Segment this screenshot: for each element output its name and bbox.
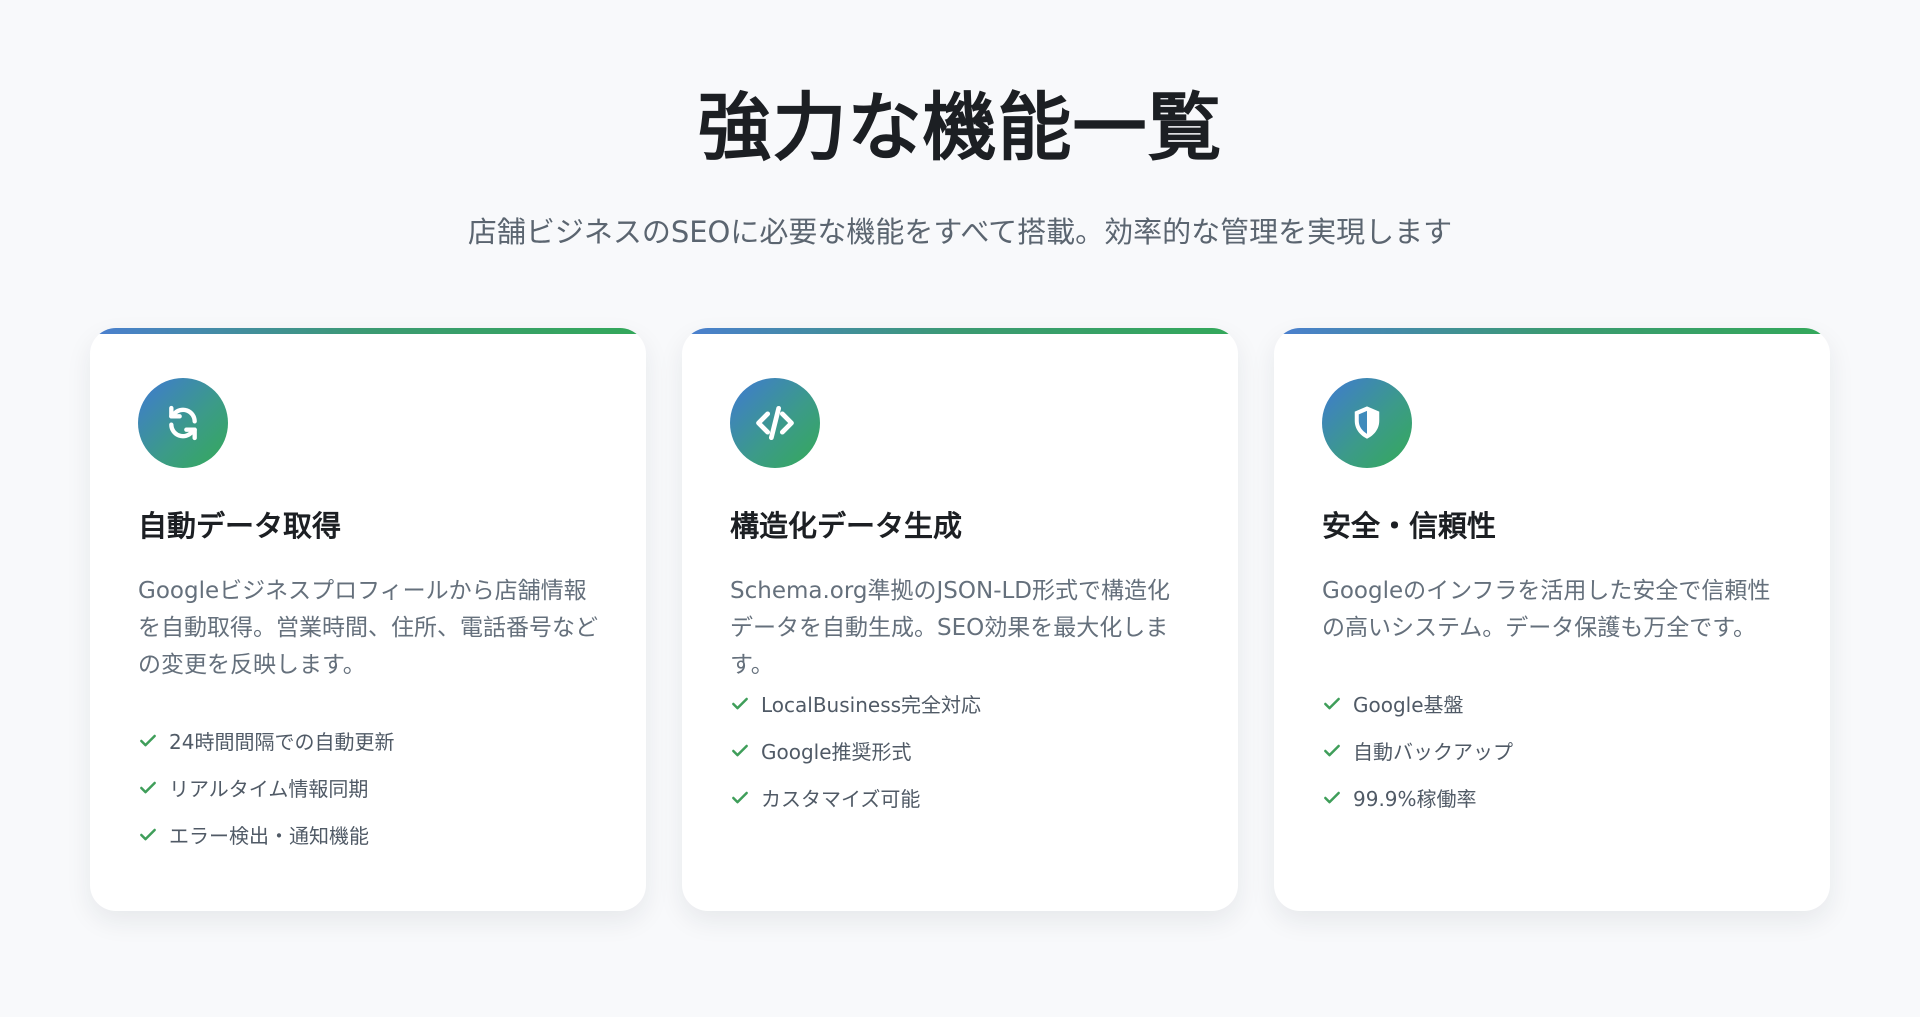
- shield-icon: [1322, 378, 1412, 468]
- card-description: Googleビジネスプロフィールから店舗情報を自動取得。営業時間、住所、電話番号…: [138, 578, 598, 678]
- feature-text: カスタマイズ可能: [761, 787, 921, 811]
- feature-list: 24時間間隔での自動更新 リアルタイム情報同期 エラー検出・通知機能: [138, 717, 394, 858]
- check-icon: [1324, 791, 1340, 803]
- feature-list: Google基盤 自動バックアップ 99.9%稼働率: [1322, 680, 1513, 821]
- check-icon: [732, 791, 748, 803]
- feature-text: 自動バックアップ: [1353, 740, 1513, 764]
- sync-icon: [138, 378, 228, 468]
- check-icon: [1324, 697, 1340, 709]
- feature-text: LocalBusiness完全対応: [761, 693, 982, 717]
- feature-text: Google基盤: [1353, 693, 1464, 717]
- feature-text: 99.9%稼働率: [1353, 787, 1477, 811]
- feature-item: Google基盤: [1322, 680, 1513, 727]
- check-icon: [140, 734, 156, 746]
- page-subtitle: 店舗ビジネスのSEOに必要な機能をすべて搭載。効率的な管理を実現します: [467, 215, 1453, 249]
- feature-item: 自動バックアップ: [1322, 727, 1513, 774]
- feature-card-structured-data: 構造化データ生成 Schema.org準拠のJSON-LD形式で構造化データを自…: [682, 328, 1238, 911]
- feature-item: Google推奨形式: [730, 727, 981, 774]
- feature-card-security: 安全・信頼性 Googleのインフラを活用した安全で信頼性の高いシステム。データ…: [1274, 328, 1830, 911]
- feature-text: リアルタイム情報同期: [169, 777, 369, 801]
- card-description: Schema.org準拠のJSON-LD形式で構造化データを自動生成。SEO効果…: [730, 578, 1171, 678]
- card-title: 安全・信頼性: [1322, 509, 1497, 543]
- card-description: Googleのインフラを活用した安全で信頼性の高いシステム。データ保護も万全です…: [1322, 578, 1771, 641]
- feature-item: リアルタイム情報同期: [138, 764, 394, 811]
- feature-item: カスタマイズ可能: [730, 774, 981, 821]
- feature-text: Google推奨形式: [761, 740, 912, 764]
- card-title: 自動データ取得: [138, 509, 342, 543]
- feature-text: エラー検出・通知機能: [169, 824, 369, 848]
- check-icon: [140, 828, 156, 840]
- feature-item: 99.9%稼働率: [1322, 774, 1513, 821]
- feature-item: エラー検出・通知機能: [138, 811, 394, 858]
- check-icon: [140, 781, 156, 793]
- feature-cards: 自動データ取得 Googleビジネスプロフィールから店舗情報を自動取得。営業時間…: [90, 328, 1830, 911]
- page-title: 強力な機能一覧: [697, 85, 1223, 171]
- check-icon: [732, 744, 748, 756]
- check-icon: [1324, 744, 1340, 756]
- feature-text: 24時間間隔での自動更新: [169, 730, 395, 754]
- feature-card-auto-fetch: 自動データ取得 Googleビジネスプロフィールから店舗情報を自動取得。営業時間…: [90, 328, 646, 911]
- feature-item: 24時間間隔での自動更新: [138, 717, 394, 764]
- feature-list: LocalBusiness完全対応 Google推奨形式 カスタマイズ可能: [730, 680, 981, 821]
- features-section: 強力な機能一覧 店舗ビジネスのSEOに必要な機能をすべて搭載。効率的な管理を実現…: [0, 0, 1920, 1017]
- feature-item: LocalBusiness完全対応: [730, 680, 981, 727]
- check-icon: [732, 697, 748, 709]
- code-icon: [730, 378, 820, 468]
- card-title: 構造化データ生成: [730, 509, 963, 543]
